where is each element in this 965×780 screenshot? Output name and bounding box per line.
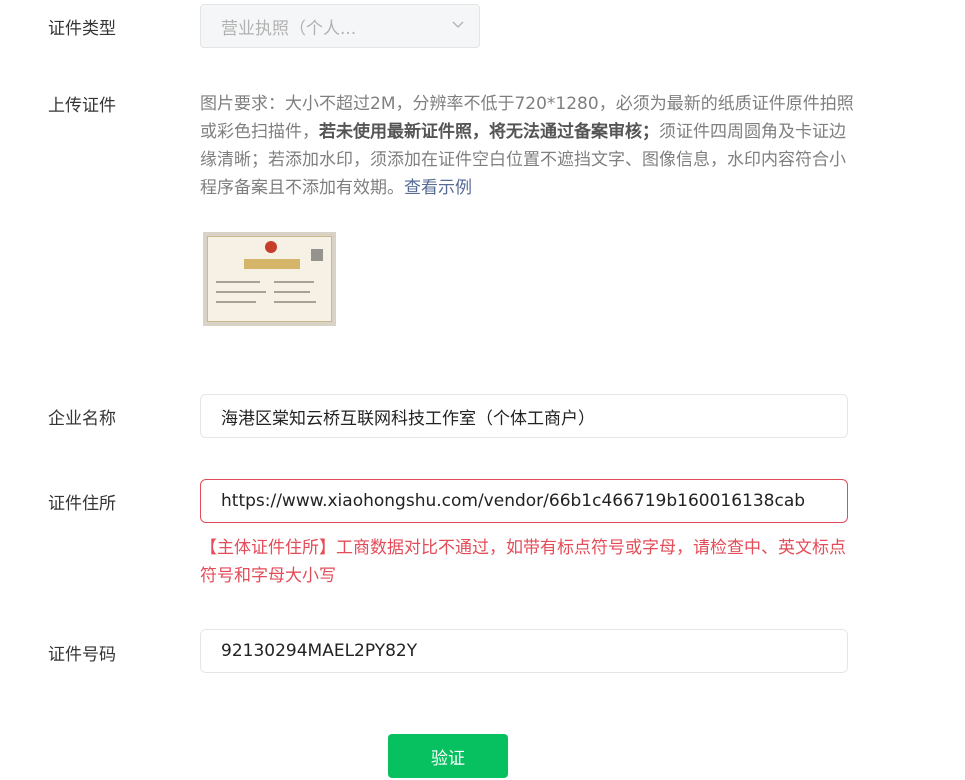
text-line xyxy=(274,291,310,293)
cert-address-label: 证件住所 xyxy=(48,494,116,514)
cert-address-error: 【主体证件住所】工商数据对比不通过，如带有标点符号或字母，请检查中、英文标点符号… xyxy=(200,538,846,586)
text-line xyxy=(216,291,266,293)
cert-address-input[interactable]: https://www.xiaohongshu.com/vendor/66b1c… xyxy=(200,479,848,523)
upload-desc-warning: 若未使用最新证件照，将无法通过备案审核； xyxy=(319,122,659,142)
qr-code-icon xyxy=(311,249,323,261)
cert-type-label: 证件类型 xyxy=(48,19,116,39)
company-name-label: 企业名称 xyxy=(48,409,116,429)
company-name-input[interactable]: 海港区棠知云桥互联网科技工作室（个体工商户） xyxy=(200,394,848,438)
cert-number-label: 证件号码 xyxy=(48,645,116,665)
text-line xyxy=(216,301,256,303)
text-line xyxy=(216,281,260,283)
cert-type-value: 营业执照（个人... xyxy=(221,18,357,39)
cert-type-select[interactable]: 营业执照（个人... xyxy=(200,4,480,48)
text-line xyxy=(274,301,316,303)
upload-requirements: 图片要求：大小不超过2M，分辨率不低于720*1280，必须为最新的纸质证件原件… xyxy=(200,90,860,202)
license-title-graphic xyxy=(244,259,300,269)
cert-number-input[interactable]: 92130294MAEL2PY82Y xyxy=(200,629,848,673)
license-image xyxy=(207,236,332,322)
emblem-icon xyxy=(265,241,277,253)
text-line xyxy=(274,281,314,283)
upload-label: 上传证件 xyxy=(48,96,116,116)
license-thumbnail[interactable] xyxy=(203,232,336,326)
chevron-down-icon xyxy=(452,21,464,28)
verify-button[interactable]: 验证 xyxy=(388,734,508,778)
view-example-link[interactable]: 查看示例 xyxy=(404,178,472,198)
